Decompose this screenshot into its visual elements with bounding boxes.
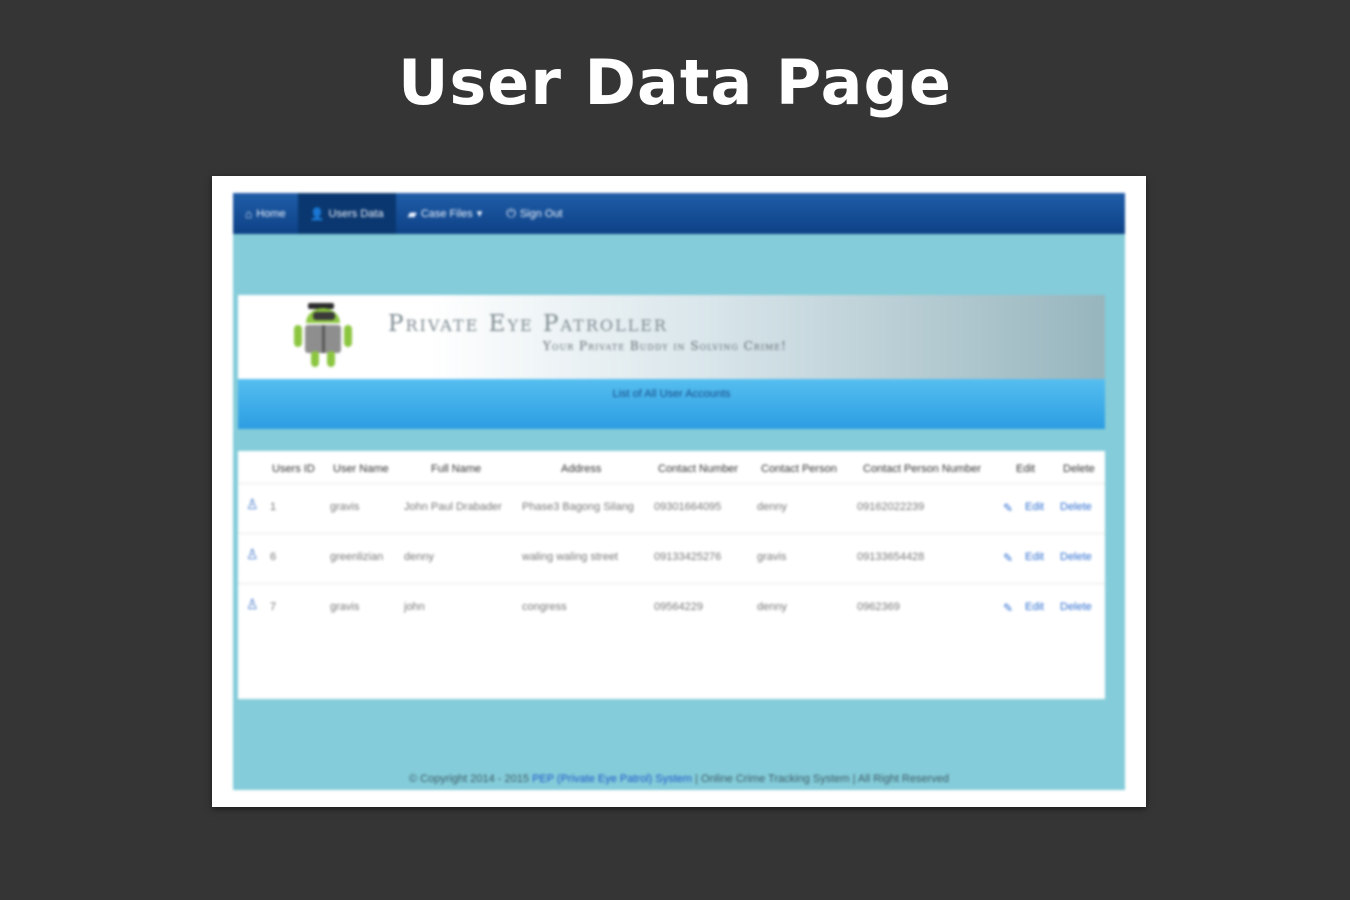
cell-full-name: John Paul Drabader	[404, 501, 502, 513]
table-row: ♙ 1 gravis John Paul Drabader Phase3 Bag…	[238, 483, 1105, 533]
users-table: Users ID User Name Full Name Address Con…	[238, 451, 1105, 699]
cell-user-name: greenlizian	[330, 551, 384, 563]
table-row: ♙ 6 greenlizian denny waling waling stre…	[238, 533, 1105, 583]
cell-user-name: gravis	[330, 501, 360, 513]
page-title: User Data Page	[398, 46, 952, 119]
cell-contact-number: 09133425276	[654, 551, 722, 563]
home-icon: ⌂	[245, 206, 253, 221]
edit-link[interactable]: Edit	[1025, 551, 1044, 563]
section-heading-text: List of All User Accounts	[612, 388, 731, 400]
th-contact-number: Contact Number	[658, 463, 739, 475]
edit-link[interactable]: Edit	[1025, 601, 1044, 613]
delete-link[interactable]: Delete	[1060, 551, 1092, 563]
screenshot-frame: ⌂ Home 👤 Users Data ▰ Case Files ▾ ⏻ Sig…	[212, 176, 1146, 807]
nav-users-data[interactable]: 👤 Users Data	[297, 193, 396, 234]
user-icon: ♙	[246, 546, 259, 562]
cell-contact-person-number: 0962369	[857, 601, 900, 613]
cell-contact-person-number: 09162022239	[857, 501, 925, 513]
table-row: ♙ 7 gravis john congress 09564229 denny …	[238, 583, 1105, 633]
cell-contact-number: 09301664095	[654, 501, 722, 513]
th-full-name: Full Name	[431, 463, 482, 475]
delete-link[interactable]: Delete	[1060, 501, 1092, 513]
th-users-id: Users ID	[272, 463, 315, 475]
site-banner: Private Eye Patroller Your Private Buddy…	[238, 295, 1105, 379]
th-contact-person: Contact Person	[761, 463, 837, 475]
footer-copyright: © Copyright 2014 - 2015	[408, 773, 529, 785]
cell-contact-person-number: 09133654428	[857, 551, 925, 563]
nav-users-data-label: Users Data	[328, 207, 384, 220]
cell-users-id: 6	[270, 551, 277, 563]
cell-full-name: denny	[404, 551, 434, 563]
th-contact-person-number: Contact Person Number	[863, 463, 981, 475]
user-icon: 👤	[309, 206, 325, 221]
user-icon: ♙	[246, 596, 259, 612]
power-icon: ⏻	[506, 206, 516, 220]
navbar: ⌂ Home 👤 Users Data ▰ Case Files ▾ ⏻ Sig…	[233, 193, 1125, 234]
folder-icon: ▰	[407, 206, 417, 221]
cell-address: waling waling street	[522, 551, 618, 563]
th-user-name: User Name	[333, 463, 389, 475]
cell-contact-number: 09564229	[654, 601, 703, 613]
footer-system-link[interactable]: PEP (Private Eye Patrol) System	[532, 773, 692, 785]
cell-full-name: john	[404, 601, 425, 613]
app-window: ⌂ Home 👤 Users Data ▰ Case Files ▾ ⏻ Sig…	[233, 193, 1125, 790]
nav-home[interactable]: ⌂ Home	[233, 193, 298, 234]
chevron-down-icon: ▾	[476, 208, 483, 220]
edit-icon[interactable]: ✎	[1003, 551, 1013, 565]
nav-sign-out-label: Sign Out	[519, 207, 563, 220]
th-edit: Edit	[1016, 463, 1035, 475]
cell-users-id: 7	[270, 601, 277, 613]
section-heading: List of All User Accounts	[238, 379, 1105, 429]
th-address: Address	[561, 463, 602, 475]
footer: © Copyright 2014 - 2015 PEP (Private Eye…	[233, 773, 1125, 785]
nav-case-files-label: Case Files	[420, 207, 473, 220]
delete-link[interactable]: Delete	[1060, 601, 1092, 613]
cell-users-id: 1	[270, 501, 277, 513]
banner-subtitle: Your Private Buddy in Solving Crime!	[543, 339, 787, 353]
edit-link[interactable]: Edit	[1025, 501, 1044, 513]
nav-sign-out[interactable]: ⏻ Sign Out	[494, 193, 574, 234]
banner-title: Private Eye Patroller	[388, 311, 668, 337]
edit-icon[interactable]: ✎	[1003, 501, 1013, 515]
nav-case-files[interactable]: ▰ Case Files ▾	[396, 193, 495, 234]
th-delete: Delete	[1063, 463, 1095, 475]
cell-contact-person: gravis	[757, 551, 787, 563]
footer-rights: | Online Crime Tracking System | All Rig…	[695, 773, 950, 785]
edit-icon[interactable]: ✎	[1003, 601, 1013, 615]
cell-user-name: gravis	[330, 601, 360, 613]
cell-address: Phase3 Bagong Silang	[522, 501, 634, 513]
cell-contact-person: denny	[757, 501, 787, 513]
user-icon: ♙	[246, 496, 259, 512]
cell-address: congress	[522, 601, 567, 613]
android-logo-icon	[294, 303, 352, 367]
cell-contact-person: denny	[757, 601, 787, 613]
nav-home-label: Home	[256, 207, 286, 220]
